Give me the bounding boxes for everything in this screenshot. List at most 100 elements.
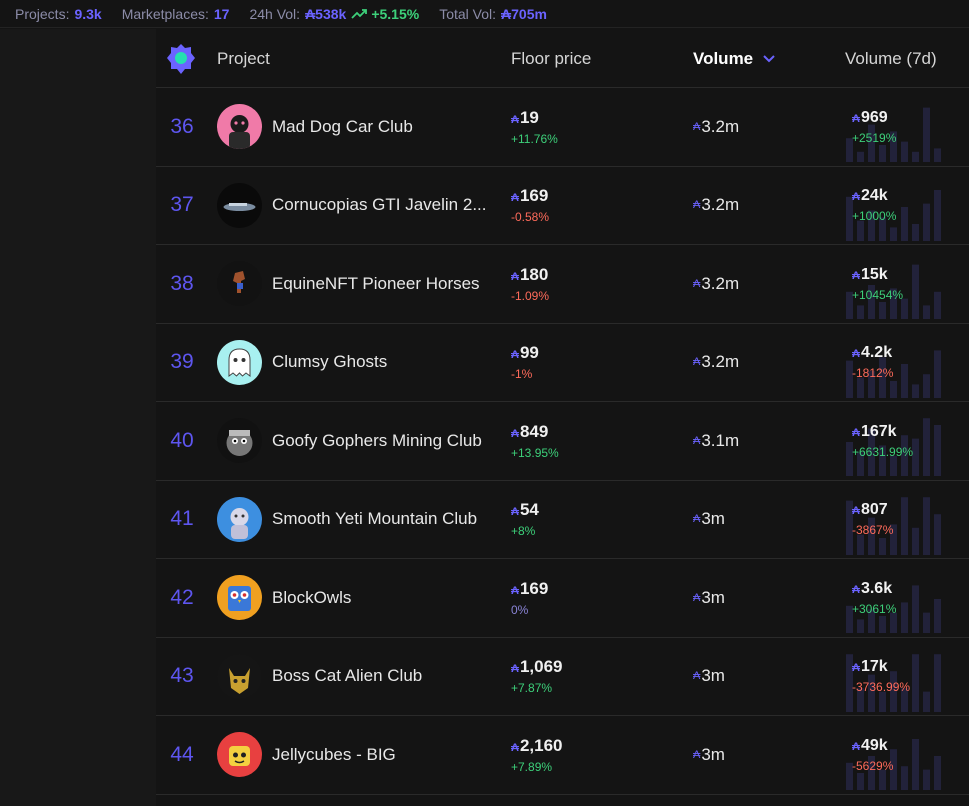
floor-change: -1.09% bbox=[511, 288, 550, 303]
floor-price-value: 19 bbox=[519, 107, 539, 127]
project-name-link[interactable]: BlockOwls bbox=[272, 559, 494, 637]
table-row[interactable]: 37 Cornucopias GTI Javelin 2... ₳169 -0.… bbox=[156, 167, 969, 245]
ada-icon: ₳ bbox=[511, 113, 519, 126]
floor-price-value: 2,160 bbox=[519, 735, 563, 755]
table-row[interactable]: 43 Boss Cat Alien Club ₳1,069 +7.87% ₳ 3m… bbox=[156, 638, 969, 716]
owl-avatar-icon[interactable] bbox=[217, 575, 262, 621]
vol24-stat: 24h Vol: ₳538k +5.15% bbox=[249, 6, 419, 22]
floor-price: ₳1,069 bbox=[511, 657, 563, 677]
ada-icon: ₳ bbox=[511, 741, 519, 754]
volume-value: 3.2m bbox=[701, 273, 740, 293]
row-rank: 42 bbox=[170, 585, 194, 609]
floor-price-cell: ₳1,069 +7.87% bbox=[511, 657, 563, 695]
project-name-link[interactable]: EquineNFT Pioneer Horses bbox=[272, 245, 494, 323]
table-row[interactable]: 42 BlockOwls ₳169 0% ₳ 3m ₳3.6k +3061% bbox=[156, 559, 969, 638]
car-avatar-icon[interactable] bbox=[217, 182, 262, 228]
floor-change: -1% bbox=[511, 367, 533, 382]
chevron-down-icon bbox=[763, 54, 775, 62]
volume-7d-change: -3736.99% bbox=[852, 680, 911, 695]
ghost-avatar-icon[interactable] bbox=[217, 339, 262, 385]
ada-icon: ₳ bbox=[511, 192, 519, 205]
project-name-link[interactable]: Goofy Gophers Mining Club bbox=[272, 402, 494, 480]
project-name-link[interactable]: Mad Dog Car Club bbox=[272, 88, 494, 166]
ada-icon: ₳ bbox=[852, 662, 860, 675]
cat-alien-avatar-icon[interactable] bbox=[217, 653, 262, 699]
ada-icon: ₳ bbox=[511, 506, 519, 519]
header-floor-price[interactable]: Floor price bbox=[511, 29, 591, 88]
totalvol-label: Total Vol: bbox=[439, 5, 497, 22]
volume-7d-cell: ₳24k +1000% bbox=[852, 187, 896, 223]
project-name-link[interactable]: Boss Cat Alien Club bbox=[272, 638, 494, 716]
brand-logo-icon[interactable] bbox=[166, 29, 196, 88]
row-rank: 37 bbox=[170, 193, 194, 217]
table-row[interactable]: 41 Smooth Yeti Mountain Club ₳54 +8% ₳ 3m… bbox=[156, 481, 969, 559]
row-rank: 39 bbox=[170, 350, 194, 374]
spark-bar bbox=[923, 305, 930, 319]
floor-price-value: 180 bbox=[519, 264, 549, 284]
ada-icon: ₳ bbox=[511, 427, 519, 440]
header-project[interactable]: Project bbox=[217, 29, 270, 88]
volume-7d-change: -5629% bbox=[852, 758, 894, 773]
table-row[interactable]: 38 EquineNFT Pioneer Horses ₳180 -1.09% … bbox=[156, 245, 969, 324]
spark-bar bbox=[934, 599, 941, 633]
volume-7d-value: 49k bbox=[860, 736, 888, 754]
spark-bar bbox=[923, 107, 930, 162]
volume-7d-cell: ₳969 +2519% bbox=[852, 109, 896, 145]
spark-bar bbox=[934, 291, 941, 319]
vol24-value: ₳538k bbox=[305, 5, 347, 22]
stats-bar: Projects: 9.3k Marketplaces: 17 24h Vol:… bbox=[0, 0, 969, 28]
spark-bar bbox=[879, 537, 886, 555]
ada-icon: ₳ bbox=[852, 583, 860, 596]
table-row[interactable]: 36 Mad Dog Car Club ₳19 +11.76% ₳ 3.2m ₳9… bbox=[156, 88, 969, 167]
volume-7d-change: +6631.99% bbox=[852, 444, 914, 459]
spark-bar bbox=[901, 496, 908, 555]
table-row[interactable]: 44 Jellycubes - BIG ₳2,160 +7.89% ₳ 3m ₳4… bbox=[156, 716, 969, 795]
volume-7d-value: 4.2k bbox=[860, 344, 893, 362]
ada-icon: ₳ bbox=[511, 584, 519, 597]
volume-7d-change: +2519% bbox=[852, 130, 897, 145]
spark-bar bbox=[934, 189, 941, 241]
volume-7d-amount: ₳24k bbox=[852, 187, 896, 205]
header-volume-7d[interactable]: Volume (7d) bbox=[845, 29, 937, 88]
spark-bar bbox=[923, 496, 930, 555]
horse-avatar-icon[interactable] bbox=[217, 261, 262, 307]
spark-bar bbox=[934, 756, 941, 790]
spark-bar bbox=[912, 653, 919, 712]
project-name-link[interactable]: Jellycubes - BIG bbox=[272, 716, 494, 794]
spark-bar bbox=[912, 585, 919, 633]
table-row[interactable]: 39 Clumsy Ghosts ₳99 -1% ₳ 3.2m ₳4.2k -18… bbox=[156, 324, 969, 402]
ada-icon: ₳ bbox=[511, 349, 519, 362]
totalvol-stat: Total Vol: ₳705m bbox=[439, 6, 547, 22]
gopher-avatar-icon[interactable] bbox=[217, 418, 262, 464]
spark-bar bbox=[901, 766, 908, 790]
table-row[interactable]: 40 Goofy Gophers Mining Club ₳849 +13.95… bbox=[156, 402, 969, 481]
ada-icon: ₳ bbox=[693, 513, 701, 526]
floor-change: -0.58% bbox=[511, 210, 550, 225]
floor-price-value: 169 bbox=[519, 578, 549, 598]
header-volume[interactable]: Volume bbox=[693, 29, 775, 88]
volume-value: 3m bbox=[701, 744, 725, 764]
floor-price-value: 169 bbox=[519, 186, 549, 206]
project-name-link[interactable]: Cornucopias GTI Javelin 2... bbox=[272, 167, 494, 245]
jellycube-avatar-icon[interactable] bbox=[217, 732, 262, 778]
volume-value: 3m bbox=[701, 587, 725, 607]
spark-bar bbox=[857, 773, 864, 790]
volume-value: 3m bbox=[701, 666, 725, 686]
ada-icon: ₳ bbox=[852, 505, 860, 518]
volume-7d-cell: ₳15k +10454% bbox=[852, 266, 903, 302]
volume-7d-value: 24k bbox=[860, 187, 888, 205]
spark-bar bbox=[923, 418, 930, 476]
project-name-link[interactable]: Smooth Yeti Mountain Club bbox=[272, 481, 494, 559]
volume-7d-cell: ₳4.2k -1812% bbox=[852, 344, 893, 380]
spark-bar bbox=[890, 226, 897, 241]
ada-icon: ₳ bbox=[693, 434, 701, 447]
project-name-link[interactable]: Clumsy Ghosts bbox=[272, 324, 494, 402]
spark-bar bbox=[901, 363, 908, 398]
marketplaces-stat: Marketplaces: 17 bbox=[122, 6, 230, 22]
yeti-avatar-icon[interactable] bbox=[217, 496, 262, 542]
dog-avatar-icon[interactable] bbox=[217, 104, 262, 150]
projects-label: Projects: bbox=[15, 5, 70, 22]
volume-value: 3.2m bbox=[701, 116, 740, 136]
spark-bar bbox=[934, 349, 941, 398]
floor-price-cell: ₳180 -1.09% bbox=[511, 265, 549, 303]
